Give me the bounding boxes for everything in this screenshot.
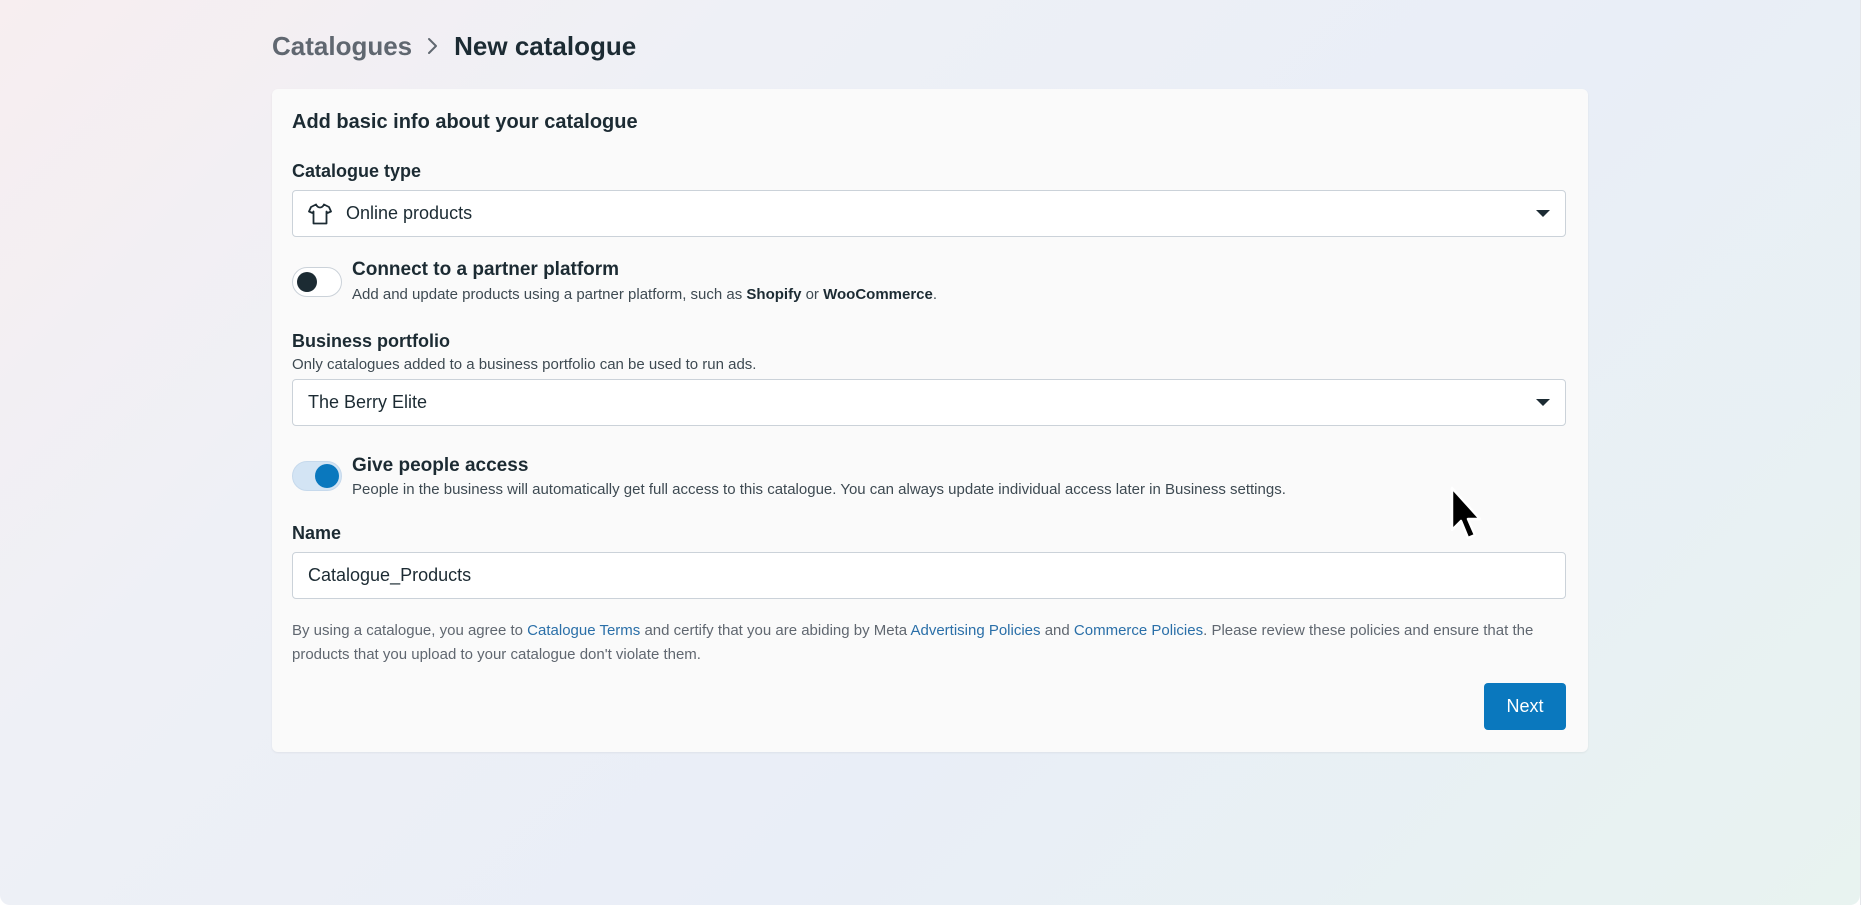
shirt-icon <box>308 203 332 225</box>
partner-platform-title: Connect to a partner platform <box>352 259 620 280</box>
business-portfolio-helper: Only catalogues added to a business port… <box>292 356 757 373</box>
toggle-knob <box>297 272 317 292</box>
toggle-knob <box>315 464 339 488</box>
woocommerce-label: WooCommerce <box>823 286 933 303</box>
name-input[interactable] <box>292 552 1566 599</box>
caret-down-icon <box>1536 210 1550 217</box>
catalogue-form-card: Add basic info about your catalogue Cata… <box>272 89 1588 752</box>
catalogue-type-value: Online products <box>346 203 473 223</box>
people-access-description: People in the business will automaticall… <box>352 481 1286 498</box>
form-title: Add basic info about your catalogue <box>292 111 638 133</box>
page-title: New catalogue <box>454 30 637 61</box>
legal-notice: By using a catalogue, you agree to Catal… <box>292 622 1534 663</box>
partner-platform-description: Add and update products using a partner … <box>352 286 938 303</box>
advertising-policies-link[interactable]: Advertising Policies <box>910 622 1040 639</box>
catalogue-type-label: Catalogue type <box>292 161 422 181</box>
people-access-toggle[interactable] <box>292 461 342 491</box>
mouse-pointer-icon <box>1450 486 1484 549</box>
next-button[interactable]: Next <box>1484 683 1566 730</box>
shopify-label: Shopify <box>746 286 802 303</box>
people-access-title: Give people access <box>352 455 529 476</box>
business-portfolio-select[interactable]: The Berry Elite <box>292 379 1566 426</box>
partner-platform-toggle[interactable] <box>292 267 342 297</box>
commerce-policies-link[interactable]: Commerce Policies <box>1074 622 1203 639</box>
business-portfolio-value: The Berry Elite <box>308 392 428 412</box>
app-background: Catalogues New catalogue Add basic info … <box>0 0 1860 905</box>
window-edge <box>1860 0 1875 905</box>
caret-down-icon <box>1536 399 1550 406</box>
breadcrumb-catalogues-link[interactable]: Catalogues <box>272 31 412 62</box>
catalogue-terms-link[interactable]: Catalogue Terms <box>527 622 640 639</box>
breadcrumb: Catalogues New catalogue <box>272 28 636 64</box>
name-label: Name <box>292 523 342 543</box>
chevron-right-icon <box>426 36 440 56</box>
business-portfolio-label: Business portfolio <box>292 331 451 351</box>
catalogue-type-select[interactable]: Online products <box>292 190 1566 237</box>
